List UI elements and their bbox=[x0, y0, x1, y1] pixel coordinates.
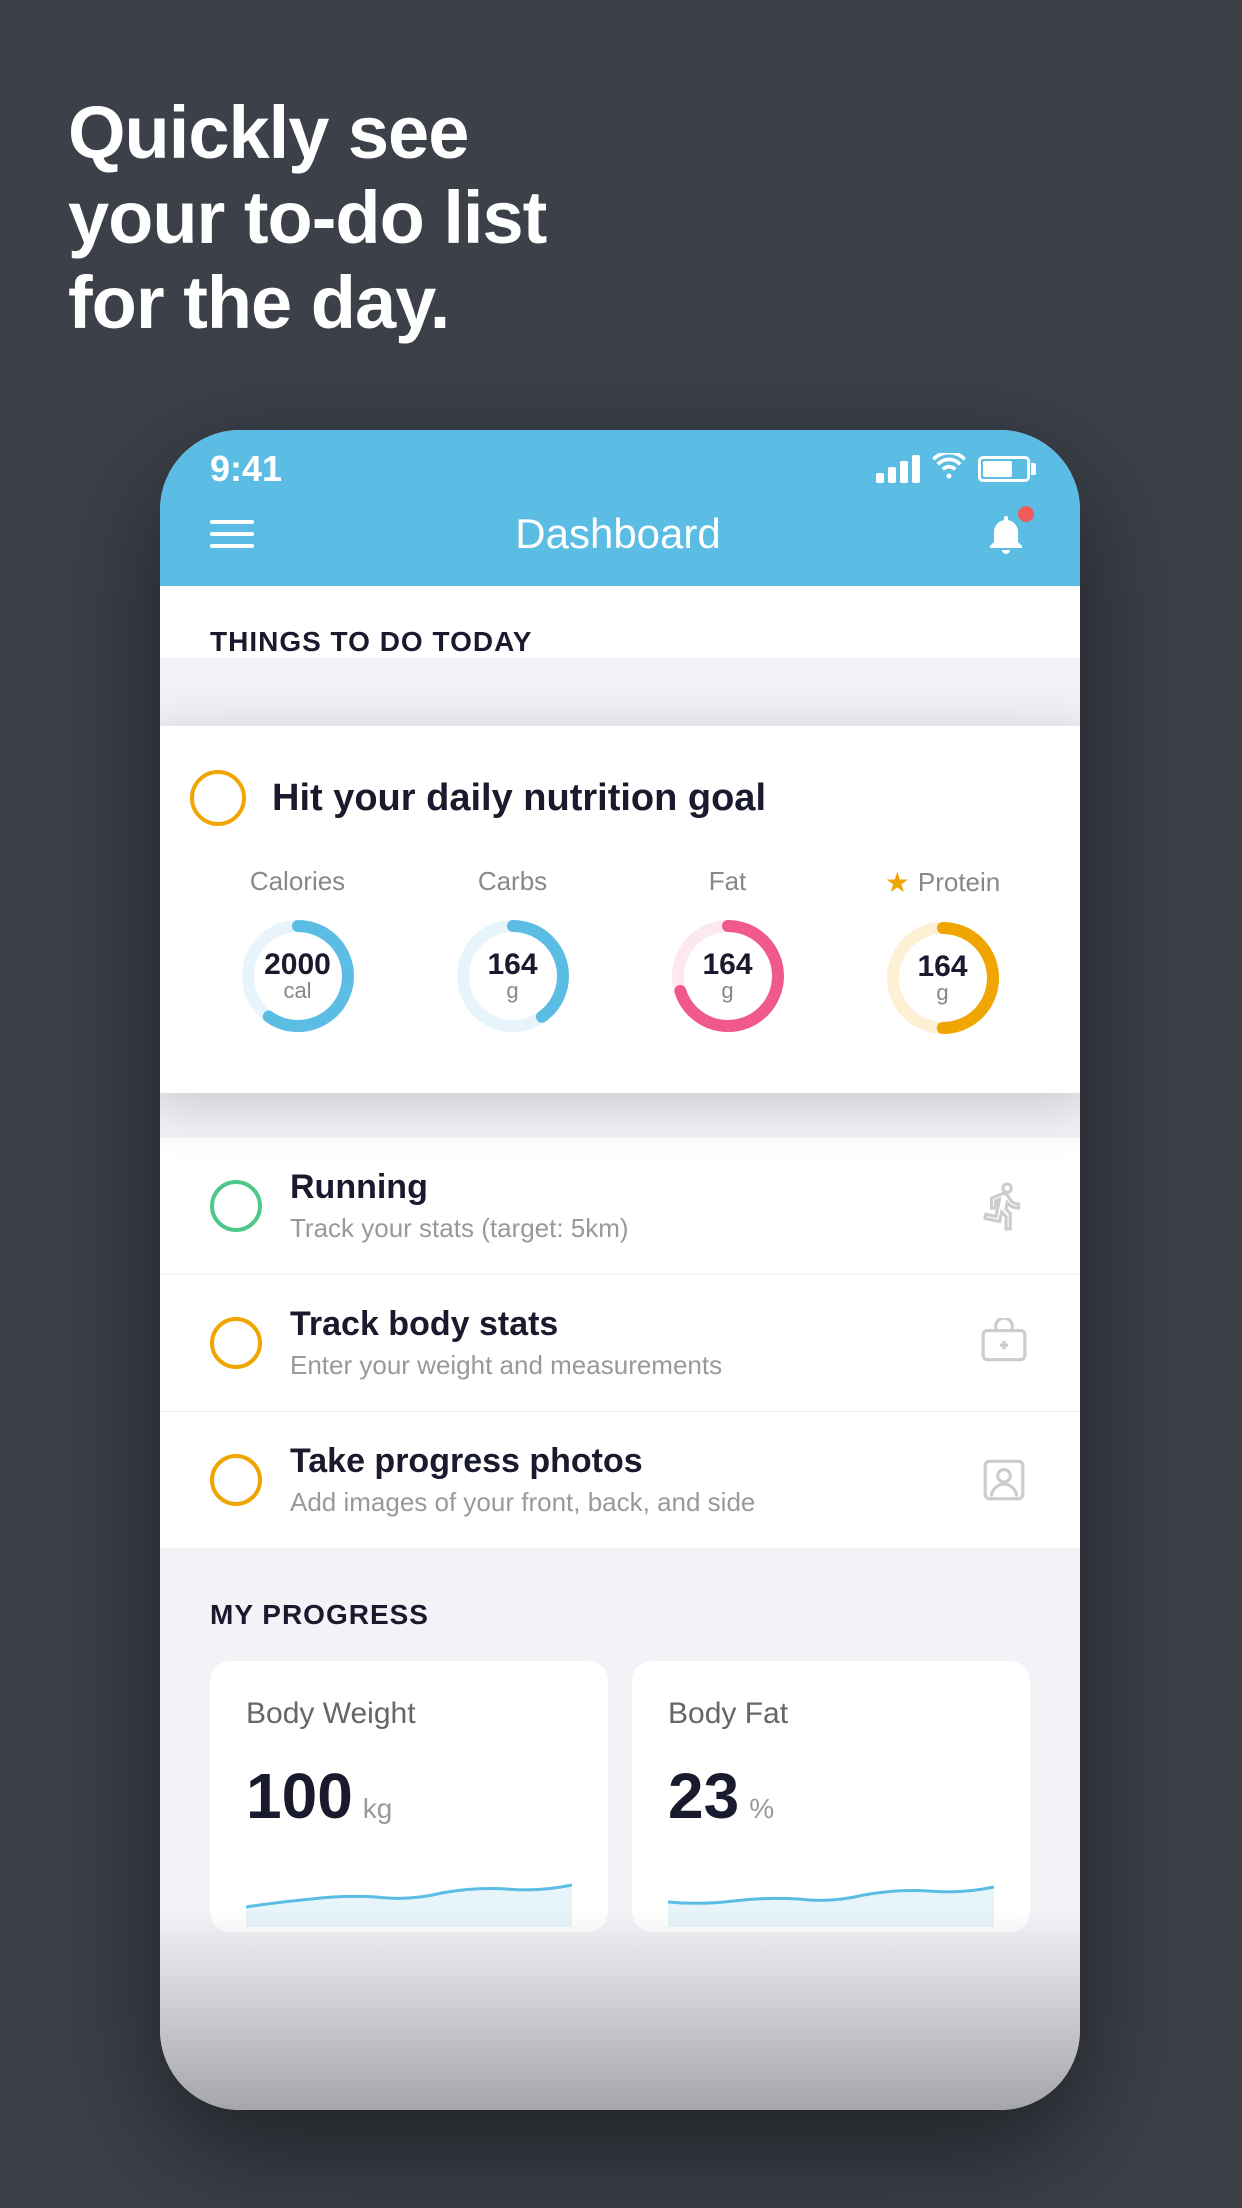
todo-info-running: Running Track your stats (target: 5km) bbox=[290, 1168, 950, 1244]
body-fat-sparkline bbox=[668, 1857, 994, 1927]
phone-mockup: 9:41 bbox=[160, 430, 1080, 2110]
person-icon bbox=[978, 1454, 1030, 1506]
status-time: 9:41 bbox=[210, 448, 282, 490]
nutrition-carbs: Carbs 164 g bbox=[448, 866, 578, 1041]
todo-sub-photos: Add images of your front, back, and side bbox=[290, 1487, 950, 1518]
protein-donut: 164 g bbox=[878, 913, 1008, 1043]
body-weight-value: 100 kg bbox=[246, 1759, 572, 1833]
todo-item-running[interactable]: Running Track your stats (target: 5km) bbox=[160, 1138, 1080, 1275]
carbs-value: 164 bbox=[487, 950, 537, 980]
signal-icon bbox=[876, 455, 920, 483]
nav-bar: Dashboard bbox=[160, 500, 1080, 586]
wifi-icon bbox=[932, 453, 966, 486]
body-weight-sparkline bbox=[246, 1857, 572, 1927]
fat-donut: 164 g bbox=[663, 911, 793, 1041]
todo-sub-body-stats: Enter your weight and measurements bbox=[290, 1350, 950, 1381]
todo-name-body-stats: Track body stats bbox=[290, 1305, 950, 1344]
background: Quickly see your to-do list for the day.… bbox=[0, 0, 1242, 2208]
calories-unit: cal bbox=[264, 980, 331, 1002]
body-fat-unit: % bbox=[749, 1793, 774, 1825]
nutrition-card[interactable]: Hit your daily nutrition goal Calories bbox=[160, 726, 1080, 1093]
fat-value: 164 bbox=[702, 950, 752, 980]
notification-button[interactable] bbox=[982, 510, 1030, 558]
fat-unit: g bbox=[702, 980, 752, 1002]
hero-line3: for the day. bbox=[68, 260, 546, 345]
progress-cards: Body Weight 100 kg B bbox=[210, 1661, 1030, 1932]
body-weight-number: 100 bbox=[246, 1759, 353, 1833]
carbs-unit: g bbox=[487, 980, 537, 1002]
body-weight-title: Body Weight bbox=[246, 1697, 572, 1731]
todo-list: Running Track your stats (target: 5km) bbox=[160, 1138, 1080, 1549]
hero-line1: Quickly see bbox=[68, 90, 546, 175]
nav-title: Dashboard bbox=[515, 510, 720, 558]
hero-line2: your to-do list bbox=[68, 175, 546, 260]
protein-label: ★ Protein bbox=[885, 866, 1001, 899]
calories-donut: 2000 cal bbox=[233, 911, 363, 1041]
nutrition-protein: ★ Protein 164 g bbox=[878, 866, 1008, 1043]
phone-frame: 9:41 bbox=[160, 430, 1080, 2110]
todo-circle-body-stats bbox=[210, 1317, 262, 1369]
progress-section-title: MY PROGRESS bbox=[210, 1599, 1030, 1631]
main-content: THINGS TO DO TODAY Hit your daily nutrit… bbox=[160, 586, 1080, 2110]
star-icon: ★ bbox=[885, 866, 910, 899]
todo-name-running: Running bbox=[290, 1168, 950, 1207]
calories-value: 2000 bbox=[264, 950, 331, 980]
todo-item-photos[interactable]: Take progress photos Add images of your … bbox=[160, 1412, 1080, 1549]
todo-sub-running: Track your stats (target: 5km) bbox=[290, 1213, 950, 1244]
menu-button[interactable] bbox=[210, 520, 254, 548]
card-title: Hit your daily nutrition goal bbox=[272, 777, 766, 820]
progress-section: MY PROGRESS Body Weight 100 kg bbox=[160, 1549, 1080, 1962]
body-fat-value: 23 % bbox=[668, 1759, 994, 1833]
todo-info-photos: Take progress photos Add images of your … bbox=[290, 1442, 950, 1518]
hero-text: Quickly see your to-do list for the day. bbox=[68, 90, 546, 345]
nutrition-fat: Fat 164 g bbox=[663, 866, 793, 1041]
todo-name-photos: Take progress photos bbox=[290, 1442, 950, 1481]
todo-info-body-stats: Track body stats Enter your weight and m… bbox=[290, 1305, 950, 1381]
fat-label: Fat bbox=[709, 866, 747, 897]
todo-circle-nutrition bbox=[190, 770, 246, 826]
nutrition-calories: Calories 2000 cal bbox=[233, 866, 363, 1041]
status-bar: 9:41 bbox=[160, 430, 1080, 500]
shoe-icon bbox=[978, 1180, 1030, 1232]
carbs-label: Carbs bbox=[478, 866, 547, 897]
things-section: THINGS TO DO TODAY bbox=[160, 586, 1080, 658]
body-weight-card[interactable]: Body Weight 100 kg bbox=[210, 1661, 608, 1932]
scale-icon bbox=[978, 1317, 1030, 1369]
things-section-title: THINGS TO DO TODAY bbox=[210, 626, 1030, 658]
protein-unit: g bbox=[917, 982, 967, 1004]
body-fat-card[interactable]: Body Fat 23 % bbox=[632, 1661, 1030, 1932]
calories-label: Calories bbox=[250, 866, 345, 897]
battery-icon bbox=[978, 456, 1030, 482]
todo-circle-running bbox=[210, 1180, 262, 1232]
body-fat-title: Body Fat bbox=[668, 1697, 994, 1731]
body-weight-unit: kg bbox=[363, 1793, 393, 1825]
carbs-donut: 164 g bbox=[448, 911, 578, 1041]
notification-dot bbox=[1018, 506, 1034, 522]
status-icons bbox=[876, 453, 1030, 486]
todo-circle-photos bbox=[210, 1454, 262, 1506]
body-fat-number: 23 bbox=[668, 1759, 739, 1833]
protein-value: 164 bbox=[917, 952, 967, 982]
nutrition-circles: Calories 2000 cal bbox=[190, 866, 1050, 1043]
card-header: Hit your daily nutrition goal bbox=[190, 770, 1050, 826]
todo-item-body-stats[interactable]: Track body stats Enter your weight and m… bbox=[160, 1275, 1080, 1412]
